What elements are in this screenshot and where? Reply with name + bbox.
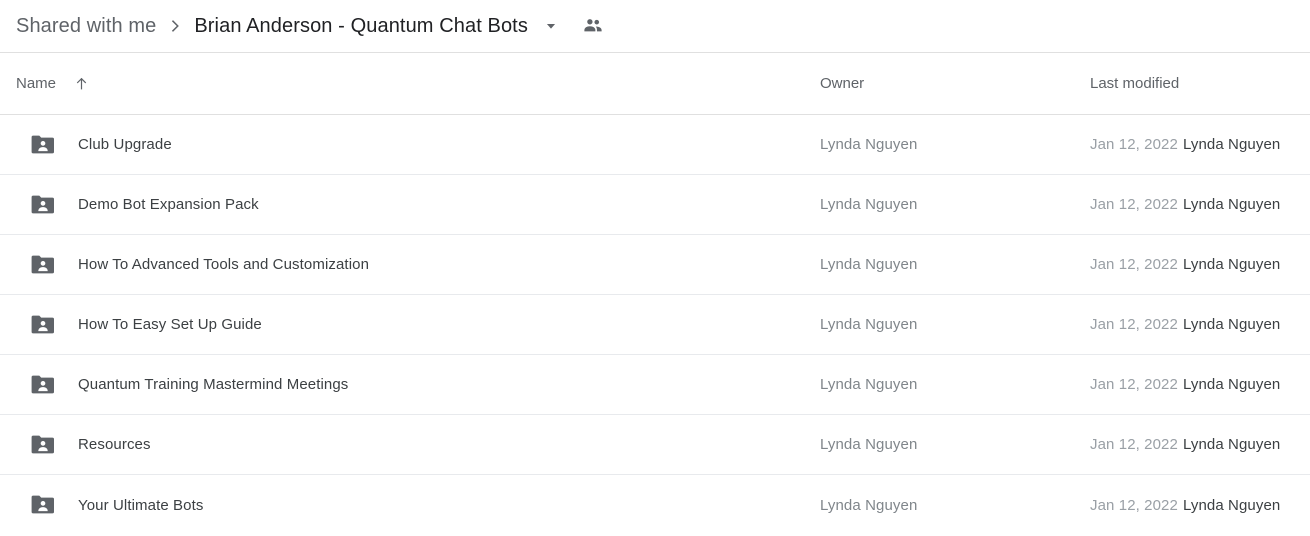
- file-name-cell: Quantum Training Mastermind Meetings: [0, 374, 820, 396]
- file-last-modified-cell: Jan 12, 2022 Lynda Nguyen: [1090, 497, 1310, 514]
- last-modified-by: Lynda Nguyen: [1182, 376, 1281, 393]
- file-last-modified-cell: Jan 12, 2022 Lynda Nguyen: [1090, 136, 1310, 153]
- column-header-last-modified[interactable]: Last modified: [1090, 75, 1310, 92]
- shared-folder-icon: [30, 434, 56, 456]
- column-header-name[interactable]: Name: [0, 72, 820, 96]
- people-shared-icon[interactable]: [578, 14, 608, 38]
- file-owner-label: Lynda Nguyen: [820, 376, 918, 393]
- chevron-down-icon[interactable]: [534, 14, 568, 38]
- file-name-label: How To Advanced Tools and Customization: [78, 256, 370, 273]
- column-header-owner[interactable]: Owner: [820, 75, 1090, 92]
- breadcrumb: Shared with me Brian Anderson - Quantum …: [0, 0, 1310, 53]
- file-name-cell: Club Upgrade: [0, 134, 820, 156]
- file-owner-label: Lynda Nguyen: [820, 436, 918, 453]
- last-modified-by: Lynda Nguyen: [1182, 496, 1281, 514]
- last-modified-date: Jan 12, 2022: [1090, 256, 1178, 273]
- file-name-cell: How To Easy Set Up Guide: [0, 314, 820, 336]
- breadcrumb-current-folder[interactable]: Brian Anderson - Quantum Chat Bots: [194, 15, 528, 38]
- breadcrumb-parent-link[interactable]: Shared with me: [16, 15, 156, 38]
- shared-folder-icon: [30, 194, 56, 216]
- shared-folder-icon: [30, 494, 56, 516]
- column-header-name-label: Name: [16, 75, 57, 92]
- table-row[interactable]: Your Ultimate Bots Lynda Nguyen Jan 12, …: [0, 475, 1310, 535]
- file-name-label: Club Upgrade: [78, 136, 172, 153]
- file-name-cell: Your Ultimate Bots: [0, 494, 820, 516]
- file-last-modified-cell: Jan 12, 2022 Lynda Nguyen: [1090, 376, 1310, 393]
- shared-folder-icon: [30, 314, 56, 336]
- last-modified-date: Jan 12, 2022: [1090, 436, 1178, 453]
- last-modified-by: Lynda Nguyen: [1182, 136, 1281, 153]
- last-modified-date: Jan 12, 2022: [1090, 376, 1178, 393]
- file-owner-label: Lynda Nguyen: [820, 256, 918, 273]
- table-row[interactable]: How To Advanced Tools and Customization …: [0, 235, 1310, 295]
- arrow-up-icon: [69, 72, 93, 96]
- file-last-modified-cell: Jan 12, 2022 Lynda Nguyen: [1090, 316, 1310, 333]
- last-modified-by: Lynda Nguyen: [1182, 256, 1281, 273]
- file-name-label: Demo Bot Expansion Pack: [78, 196, 259, 213]
- table-row[interactable]: Demo Bot Expansion Pack Lynda Nguyen Jan…: [0, 175, 1310, 235]
- file-name-label: How To Easy Set Up Guide: [78, 316, 262, 333]
- last-modified-by: Lynda Nguyen: [1182, 316, 1281, 333]
- file-last-modified-cell: Jan 12, 2022 Lynda Nguyen: [1090, 436, 1310, 453]
- file-name-label: Resources: [78, 436, 151, 453]
- file-name-label: Quantum Training Mastermind Meetings: [78, 376, 349, 393]
- table-row[interactable]: Club Upgrade Lynda Nguyen Jan 12, 2022 Ly…: [0, 115, 1310, 175]
- file-owner-label: Lynda Nguyen: [820, 316, 918, 333]
- file-owner-label: Lynda Nguyen: [820, 136, 918, 153]
- table-row[interactable]: Quantum Training Mastermind Meetings Lyn…: [0, 355, 1310, 415]
- last-modified-by: Lynda Nguyen: [1182, 436, 1281, 453]
- file-owner-label: Lynda Nguyen: [820, 496, 918, 514]
- file-name-cell: How To Advanced Tools and Customization: [0, 254, 820, 276]
- shared-folder-icon: [30, 254, 56, 276]
- last-modified-date: Jan 12, 2022: [1090, 196, 1178, 213]
- shared-folder-icon: [30, 374, 56, 396]
- last-modified-date: Jan 12, 2022: [1090, 136, 1178, 153]
- column-header-row: Name Owner Last modified: [0, 53, 1310, 115]
- file-last-modified-cell: Jan 12, 2022 Lynda Nguyen: [1090, 196, 1310, 213]
- last-modified-date: Jan 12, 2022: [1090, 496, 1178, 514]
- file-name-cell: Resources: [0, 434, 820, 456]
- file-list: Club Upgrade Lynda Nguyen Jan 12, 2022 Ly…: [0, 115, 1310, 535]
- chevron-right-icon: [156, 14, 194, 38]
- table-row[interactable]: Resources Lynda Nguyen Jan 12, 2022 Lynda…: [0, 415, 1310, 475]
- shared-folder-icon: [30, 134, 56, 156]
- file-name-cell: Demo Bot Expansion Pack: [0, 194, 820, 216]
- file-owner-label: Lynda Nguyen: [820, 196, 918, 213]
- last-modified-by: Lynda Nguyen: [1182, 196, 1281, 213]
- file-name-label: Your Ultimate Bots: [78, 496, 204, 514]
- file-last-modified-cell: Jan 12, 2022 Lynda Nguyen: [1090, 256, 1310, 273]
- last-modified-date: Jan 12, 2022: [1090, 316, 1178, 333]
- table-row[interactable]: How To Easy Set Up Guide Lynda Nguyen Ja…: [0, 295, 1310, 355]
